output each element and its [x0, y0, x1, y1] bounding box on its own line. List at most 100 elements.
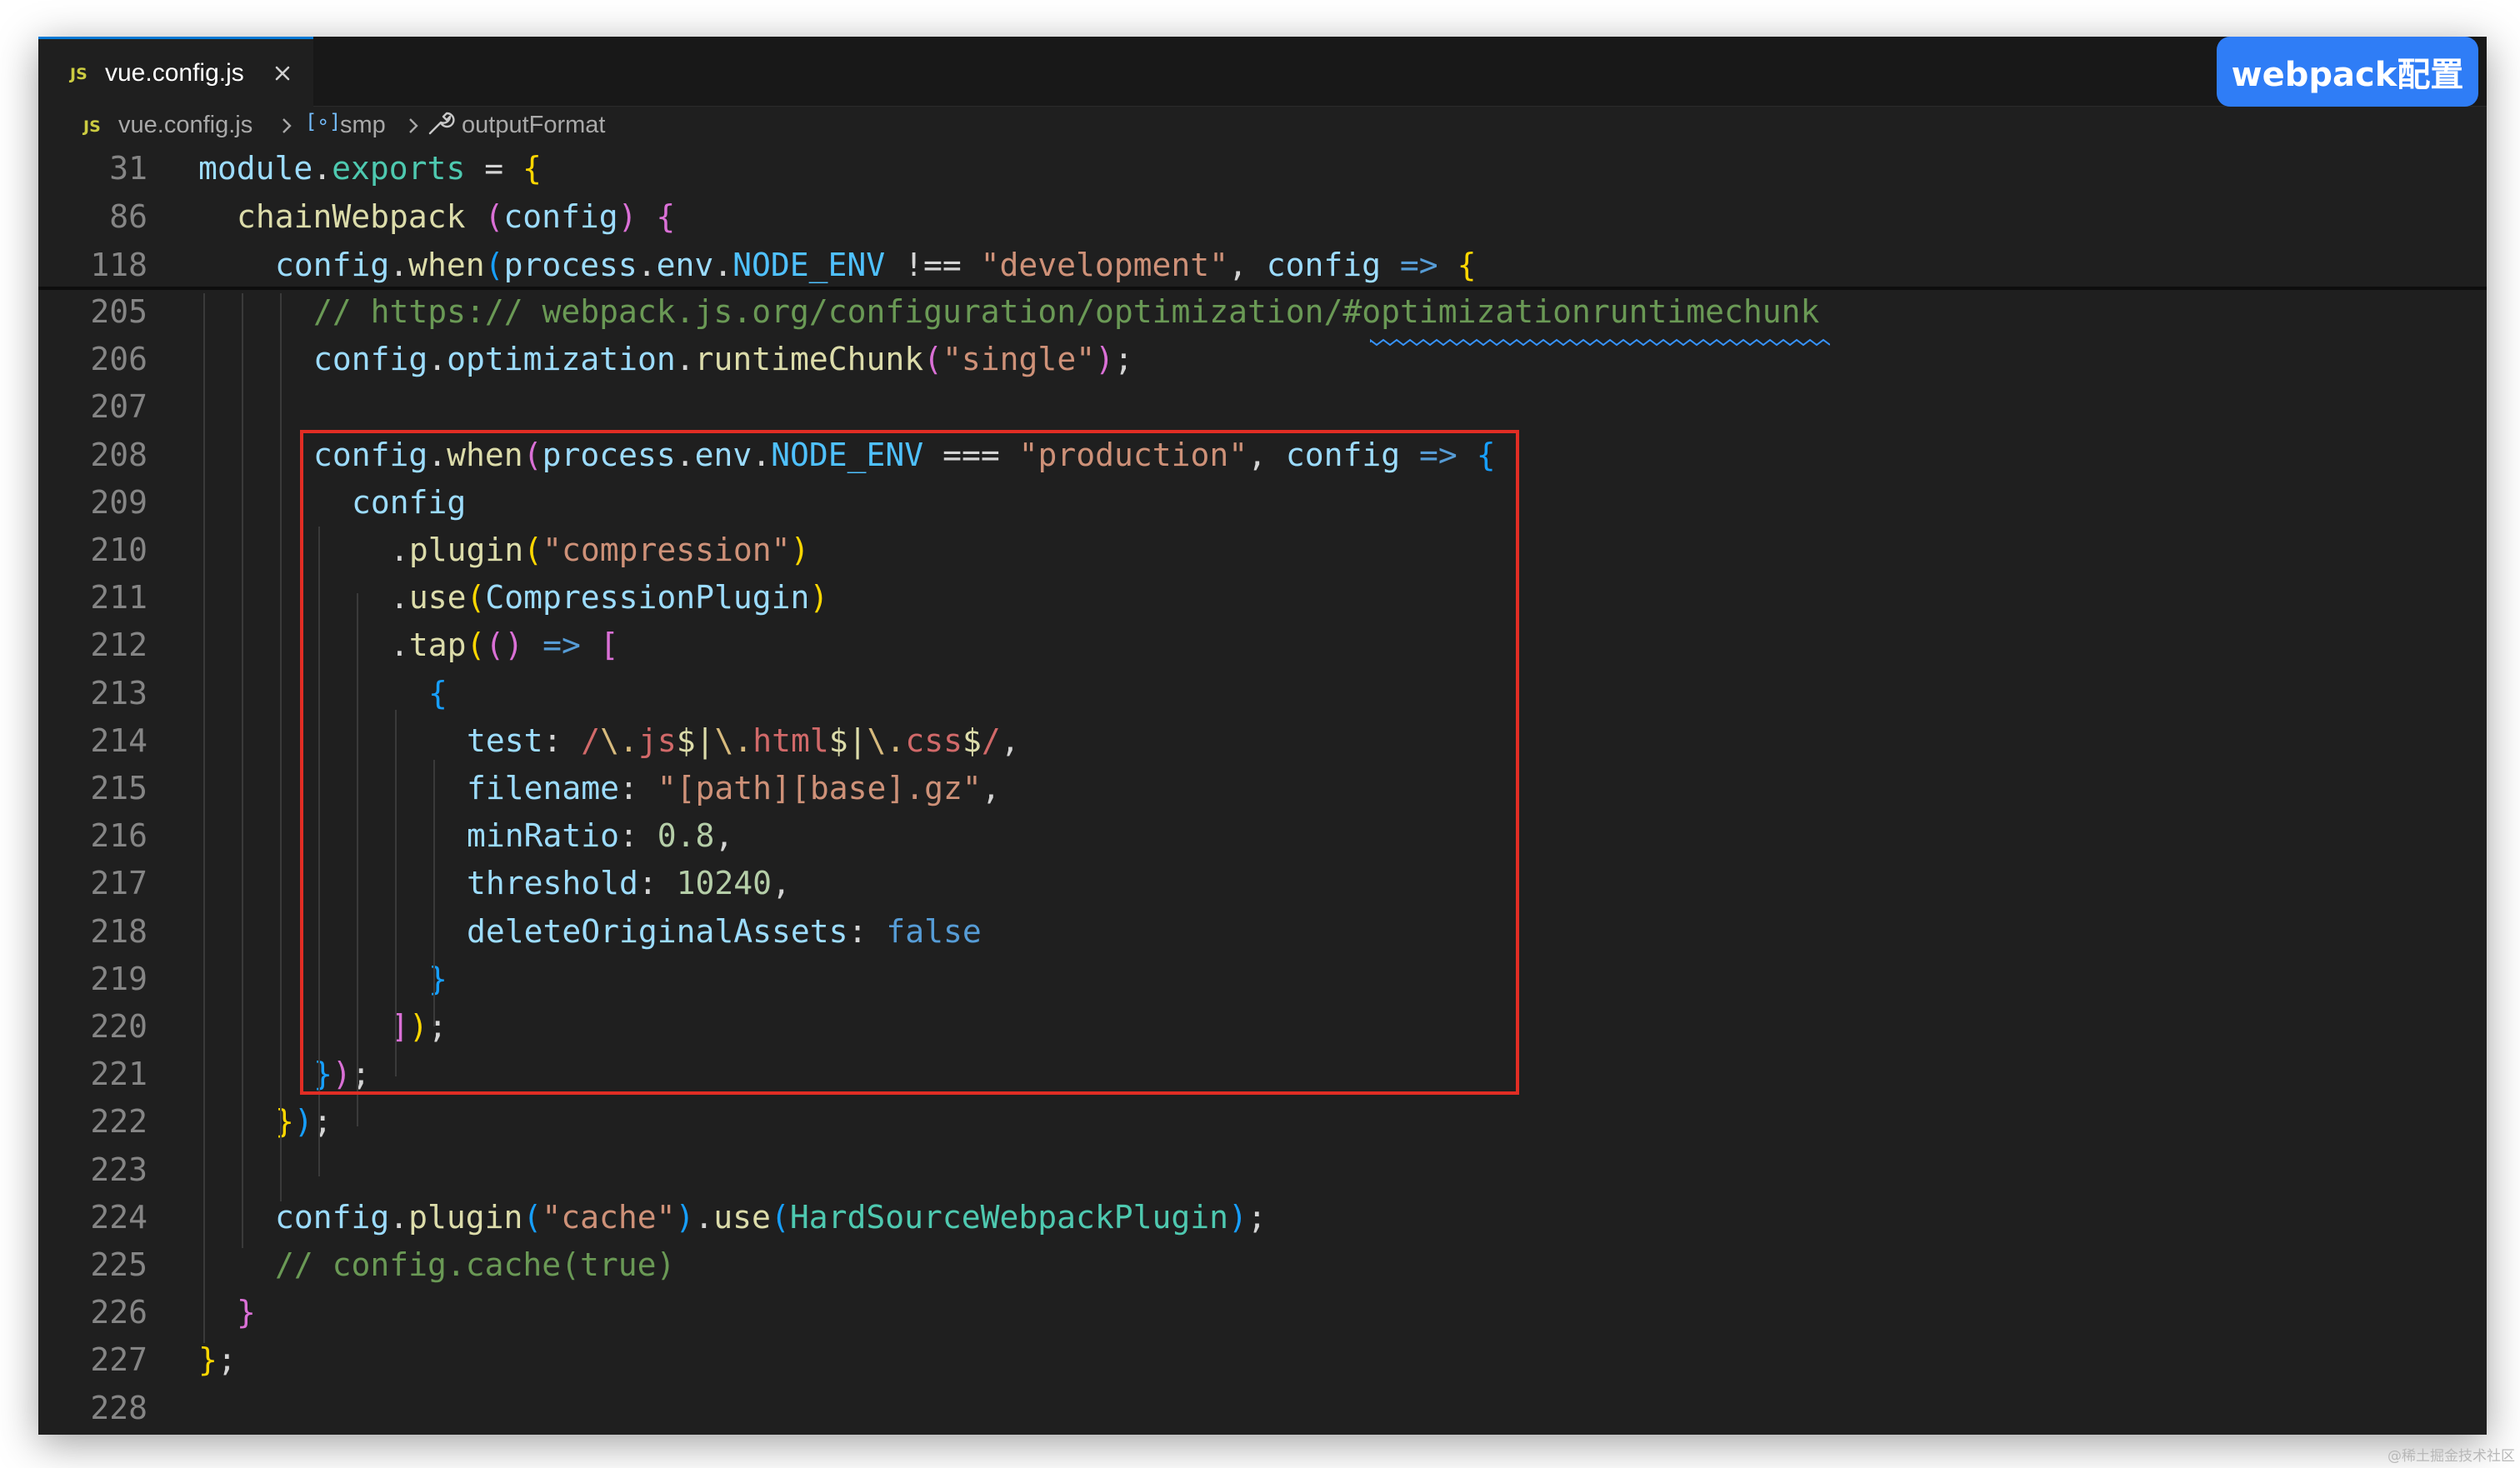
editor-window: JS vue.config.js webpack配置 JS vue.config… [38, 37, 2487, 1435]
editor-tab-vue-config[interactable]: JS vue.config.js [38, 37, 313, 107]
code-token: when [408, 247, 485, 283]
code-line[interactable]: 222}); [38, 1096, 2487, 1144]
code-text: }; [198, 1341, 237, 1378]
code-token: , [1228, 247, 1267, 283]
line-number: 214 [90, 722, 148, 759]
code-token: ( [770, 1198, 790, 1236]
code-token: . [694, 1198, 714, 1236]
code-token: ( [923, 341, 943, 378]
line-number: 86 [109, 198, 148, 235]
tab-bar: JS vue.config.js webpack配置 [38, 37, 2487, 107]
code-line[interactable]: 207 [38, 382, 2487, 429]
code-token: "cache" [542, 1198, 676, 1236]
highlight-box [300, 430, 1519, 1095]
code-token: chainWebpack [237, 198, 466, 235]
code-text: // https:// webpack.js.org/configuration… [313, 293, 1819, 330]
sticky-scroll-divider [38, 287, 2487, 290]
code-token: config [313, 341, 428, 378]
breadcrumb: JS vue.config.js [∘] smp outputFormat [38, 107, 2487, 143]
code-token: "development" [980, 247, 1228, 283]
code-token: { [522, 150, 542, 187]
watermark: @稀土掘金技术社区 [2388, 1448, 2515, 1465]
code-token: { [1457, 247, 1477, 283]
code-token: } [198, 1341, 218, 1379]
line-number: 212 [90, 627, 148, 664]
code-token: config [275, 247, 390, 283]
code-text: config.plugin("cache").use(HardSourceWeb… [275, 1199, 1267, 1236]
code-token: ( [484, 247, 504, 283]
code-token: ) [293, 1103, 313, 1141]
code-text: } [237, 1294, 256, 1331]
line-number: 218 [90, 912, 148, 950]
indent-guide [203, 293, 205, 1343]
code-token: config [1266, 247, 1382, 283]
code-text: }); [275, 1103, 332, 1140]
variable-icon: [∘] [305, 110, 342, 133]
code-token: . [428, 341, 448, 378]
code-token: ( [522, 1198, 542, 1236]
code-line[interactable]: 206 config.optimization.runtimeChunk("sin… [38, 334, 2487, 382]
line-number: 217 [90, 865, 148, 902]
code-token: // config.cache(true) [275, 1246, 676, 1283]
tab-label: vue.config.js [105, 59, 244, 87]
webpack-config-badge: webpack配置 [2217, 37, 2478, 107]
code-line[interactable]: 227}; [38, 1335, 2487, 1382]
code-token: "single" [942, 341, 1096, 378]
code-token: module [198, 150, 313, 187]
code-line[interactable]: 228 [38, 1383, 2487, 1431]
code-text: chainWebpack (config) { [237, 198, 675, 235]
code-token: process [503, 247, 638, 283]
code-token: env [656, 247, 714, 283]
code-token: HardSourceWebpackPlugin [789, 1198, 1229, 1236]
line-number: 209 [90, 483, 148, 521]
line-number: 215 [90, 770, 148, 806]
code-line[interactable]: 205 // https:// webpack.js.org/configurat… [38, 287, 2487, 334]
chevron-right-icon [282, 118, 292, 133]
code-text: // config.cache(true) [275, 1246, 675, 1283]
code-line[interactable]: 31 module.exports = { [38, 143, 2487, 191]
line-number: 219 [90, 960, 148, 997]
code-token: optimization [447, 341, 676, 378]
code-token: ; [1247, 1198, 1267, 1236]
line-number: 221 [90, 1056, 148, 1093]
line-number: 220 [90, 1008, 148, 1045]
code-token: ; [1113, 341, 1133, 378]
javascript-file-icon: JS [70, 65, 88, 83]
code-token: ( [484, 198, 504, 235]
line-number: 226 [90, 1294, 148, 1331]
code-text: config.optimization.runtimeChunk("single… [313, 341, 1133, 377]
code-line[interactable]: 224 config.plugin("cache").use(HardSource… [38, 1192, 2487, 1240]
code-token: } [237, 1294, 256, 1331]
line-number: 207 [90, 388, 148, 426]
code-token: => [1381, 247, 1458, 283]
close-icon[interactable] [270, 61, 295, 86]
line-number: 205 [90, 293, 148, 330]
code-token: config [275, 1198, 390, 1236]
code-token: exports [332, 150, 466, 187]
code-line[interactable]: 226} [38, 1287, 2487, 1335]
line-number: 216 [90, 817, 148, 855]
code-token: use [713, 1198, 771, 1236]
code-token: ) [618, 198, 638, 235]
code-token: ; [217, 1341, 237, 1379]
line-number: 228 [90, 1389, 148, 1426]
code-line[interactable]: 223 [38, 1145, 2487, 1192]
code-token: . [637, 247, 657, 283]
line-number: 225 [90, 1246, 148, 1283]
code-line[interactable]: 118 config.when(process.env.NODE_ENV !== … [38, 240, 2487, 287]
breadcrumb-symbol[interactable]: smp [340, 112, 386, 139]
code-line[interactable]: 225 // config.cache(true) [38, 1240, 2487, 1287]
line-number: 223 [90, 1151, 148, 1188]
code-token: } [275, 1103, 294, 1141]
code-line[interactable]: 86 chainWebpack (config) { [38, 192, 2487, 239]
code-token: = [465, 150, 522, 187]
code-token: ) [675, 1198, 695, 1236]
line-number: 208 [90, 436, 148, 473]
line-number: 118 [90, 247, 148, 283]
breadcrumb-method[interactable]: outputFormat [462, 112, 605, 139]
breadcrumb-file[interactable]: vue.config.js [118, 112, 252, 139]
code-token: ; [312, 1103, 332, 1141]
code-token: . [713, 247, 733, 283]
code-token: . [312, 150, 332, 187]
